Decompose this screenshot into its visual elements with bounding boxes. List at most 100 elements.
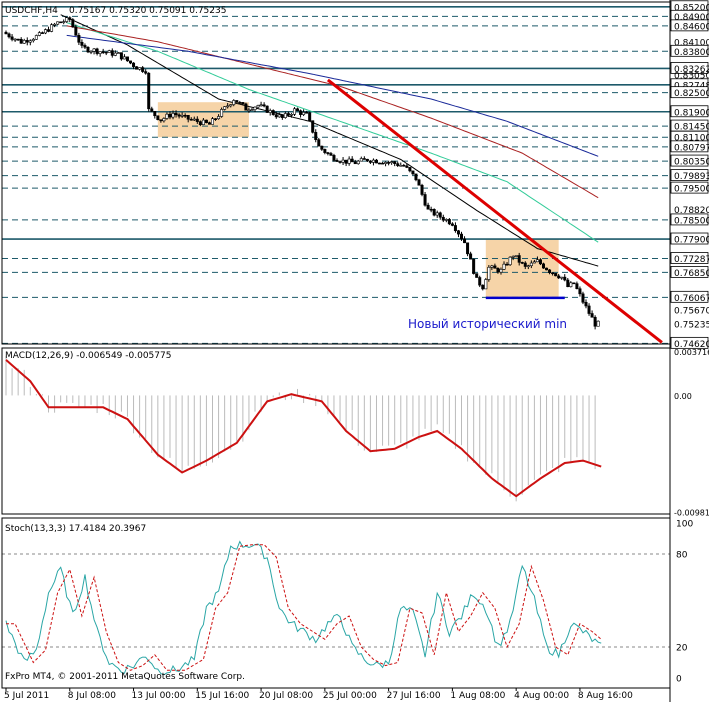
x-tick-0: 5 Jul 2011	[4, 691, 49, 701]
candle-body	[338, 161, 342, 163]
candle-body	[505, 263, 509, 266]
candle-body	[350, 158, 354, 163]
candle-body	[274, 114, 278, 118]
candle-body	[141, 67, 145, 72]
candle-body	[508, 256, 512, 266]
candle-body	[408, 167, 412, 172]
candle-body	[116, 52, 120, 54]
candle-body	[268, 110, 272, 113]
price-tick-8: 0.82500	[674, 89, 709, 99]
candle-body	[387, 162, 391, 164]
candle-body	[235, 100, 239, 103]
candle-body	[344, 159, 348, 164]
candle-body	[456, 230, 460, 235]
candle-body	[132, 62, 136, 67]
candle-body	[165, 113, 169, 119]
price-tick-17: 0.78500	[674, 216, 709, 226]
candle-body	[283, 113, 287, 118]
candle-body	[381, 162, 385, 165]
candle-body	[122, 56, 126, 60]
candle-body	[144, 71, 148, 74]
candle-body	[250, 109, 254, 111]
candle-body	[22, 40, 26, 44]
candle-body	[438, 212, 442, 218]
downtrend-line	[326, 78, 663, 344]
candle-body	[335, 160, 339, 162]
candle-body	[535, 259, 539, 263]
candle-body	[201, 119, 205, 125]
candle-body	[71, 19, 75, 28]
candle-body	[405, 165, 409, 168]
candle-body	[4, 31, 8, 35]
macd-panel-frame	[1, 347, 671, 515]
candle-body	[183, 114, 187, 117]
candle-body	[34, 35, 38, 40]
x-tick-8: 4 Aug 00:00	[514, 691, 569, 701]
candle-body	[247, 109, 251, 112]
candle-body	[86, 46, 90, 53]
x-tick-2: 13 Jul 00:00	[132, 691, 186, 701]
candle-body	[229, 104, 233, 107]
candle-body	[223, 106, 227, 110]
candle-body	[414, 173, 418, 181]
candle-body	[532, 261, 536, 264]
candle-body	[402, 164, 406, 167]
candle-body	[423, 194, 427, 206]
candle-body	[511, 256, 515, 258]
macd-tick-1: 0.00	[674, 392, 692, 401]
candle-body	[460, 233, 464, 240]
candle-body	[545, 267, 549, 271]
candle-body	[551, 272, 555, 275]
candle-body	[31, 39, 35, 42]
candle-body	[371, 159, 375, 163]
candle-body	[62, 21, 66, 23]
candle-body	[180, 114, 184, 117]
candle-body	[356, 160, 360, 165]
candle-body	[113, 52, 117, 56]
candle-body	[40, 32, 44, 34]
candle-body	[584, 301, 588, 307]
price-chart[interactable]: 0.852000.849000.846000.841000.838000.832…	[0, 0, 709, 702]
price-tick-18: 0.77900	[674, 236, 709, 246]
candle-body	[378, 162, 382, 165]
candle-body	[314, 132, 318, 140]
candle-body	[37, 32, 41, 36]
candle-body	[472, 258, 476, 274]
candle-body	[125, 56, 129, 62]
candle-body	[265, 105, 269, 113]
candle-body	[50, 24, 54, 32]
stoch-tick-2: 20	[676, 644, 688, 654]
candle-body	[575, 283, 579, 290]
candle-body	[326, 152, 330, 154]
candle-body	[171, 113, 175, 118]
candle-body	[168, 113, 172, 118]
candle-body	[162, 118, 166, 122]
candle-body	[195, 118, 199, 122]
candle-body	[475, 273, 479, 278]
candle-body	[526, 265, 530, 268]
candle-body	[384, 162, 388, 164]
candle-body	[174, 113, 178, 116]
price-panel-frame	[1, 1, 671, 345]
candle-body	[25, 40, 29, 43]
candle-body	[393, 161, 397, 164]
candle-body	[302, 111, 306, 115]
x-tick-3: 15 Jul 16:00	[195, 691, 249, 701]
candle-body	[444, 219, 448, 221]
candle-body	[253, 106, 257, 110]
candle-body	[490, 265, 494, 268]
candle-body	[396, 163, 400, 166]
x-tick-7: 1 Aug 08:00	[450, 691, 505, 701]
candle-body	[256, 105, 260, 108]
candle-body	[262, 104, 266, 107]
candle-body	[590, 313, 594, 318]
candle-body	[538, 259, 542, 265]
horizontal-levels	[2, 5, 670, 344]
candle-body	[271, 110, 275, 115]
price-tick-21: 0.76067	[674, 294, 709, 304]
candle-body	[43, 29, 47, 34]
candle-body	[241, 102, 245, 105]
candle-body	[493, 265, 497, 269]
candle-body	[362, 158, 366, 160]
candle-body	[198, 121, 202, 125]
